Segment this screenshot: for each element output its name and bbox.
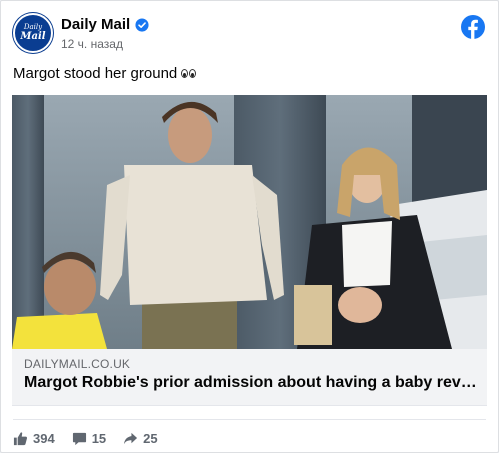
link-preview-meta[interactable]: DAILYMAIL.CO.UK Margot Robbie's prior ad… bbox=[12, 349, 487, 406]
logo-line-2: Mail bbox=[20, 31, 46, 42]
link-preview-image[interactable] bbox=[12, 95, 487, 349]
shares-count: 25 bbox=[143, 430, 158, 446]
link-preview[interactable]: DAILYMAIL.CO.UK Margot Robbie's prior ad… bbox=[12, 95, 487, 406]
post-header: Daily Mail Daily Mail 12 ч. назад bbox=[1, 1, 498, 63]
eyes-emoji-icon bbox=[181, 69, 197, 78]
likes-count: 394 bbox=[33, 430, 55, 446]
eye-right bbox=[189, 69, 197, 78]
post-timestamp[interactable]: 12 ч. назад bbox=[61, 37, 123, 51]
comments-stat[interactable]: 15 bbox=[72, 431, 106, 446]
post-message-text: Margot stood her ground bbox=[13, 65, 178, 82]
page-avatar[interactable]: Daily Mail bbox=[13, 13, 53, 53]
comments-count: 15 bbox=[91, 430, 107, 446]
link-title[interactable]: Margot Robbie's prior admission about ha… bbox=[24, 374, 479, 392]
comment-icon bbox=[72, 432, 86, 445]
thumbs-up-icon bbox=[13, 431, 28, 445]
page-name-label[interactable]: Daily Mail bbox=[61, 16, 130, 33]
link-domain: DAILYMAIL.CO.UK bbox=[24, 357, 131, 371]
post-stats-bar: 394 15 25 bbox=[13, 427, 175, 449]
daily-mail-logo: Daily Mail bbox=[13, 13, 53, 53]
post-message: Margot stood her ground bbox=[13, 65, 197, 82]
facebook-logo-icon[interactable] bbox=[461, 15, 485, 39]
logo-line-1: Daily bbox=[23, 23, 43, 31]
verified-badge-icon bbox=[135, 17, 149, 32]
facebook-post-card: Daily Mail Daily Mail 12 ч. назад Margot… bbox=[0, 0, 499, 453]
likes-stat[interactable]: 394 bbox=[13, 431, 55, 446]
eye-left bbox=[181, 69, 189, 78]
shares-stat[interactable]: 25 bbox=[123, 430, 158, 446]
page-name[interactable]: Daily Mail bbox=[61, 16, 149, 33]
share-icon bbox=[124, 432, 138, 444]
footer-divider bbox=[13, 419, 486, 420]
